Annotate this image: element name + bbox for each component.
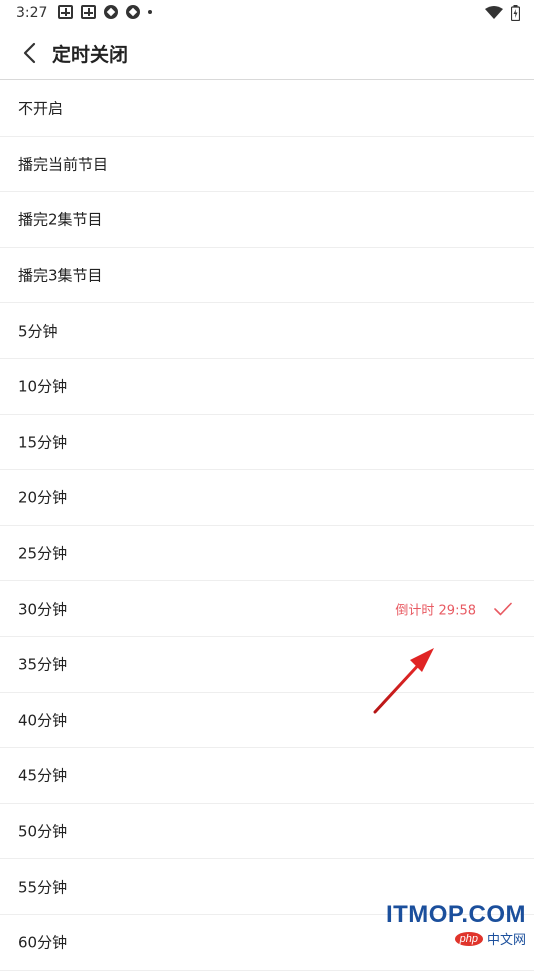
notification-app-icon — [126, 5, 140, 19]
option-row-selected[interactable]: 30分钟 倒计时 29:58 — [0, 581, 534, 637]
back-button[interactable] — [14, 38, 44, 68]
notification-icons — [58, 5, 152, 19]
watermark-badge: php — [454, 931, 483, 946]
option-row[interactable]: 15分钟 — [0, 415, 534, 471]
option-row[interactable]: 5分钟 — [0, 303, 534, 359]
status-time: 3:27 — [16, 5, 48, 21]
watermark-main-text: ITMOP.COM — [385, 901, 526, 928]
option-label: 35分钟 — [18, 655, 68, 674]
option-row[interactable]: 10分钟 — [0, 359, 534, 415]
option-row[interactable]: 35分钟 — [0, 637, 534, 693]
site-watermark: ITMOP.COM php 中文网 — [386, 901, 526, 948]
option-row[interactable]: 播完当前节目 — [0, 137, 534, 193]
option-label: 播完3集节目 — [18, 266, 103, 285]
more-notifications-dot-icon — [148, 10, 152, 14]
option-row[interactable]: 不开启 — [0, 81, 534, 137]
option-label: 播完2集节目 — [18, 210, 103, 229]
notification-app-icon — [81, 5, 96, 19]
app-header: 定时关闭 — [0, 26, 534, 80]
countdown-text: 倒计时 29:58 — [395, 603, 476, 619]
timer-options-list: 不开启 播完当前节目 播完2集节目 播完3集节目 5分钟 10分钟 15分钟 2… — [0, 81, 534, 971]
option-label: 15分钟 — [18, 433, 68, 452]
wifi-icon — [485, 6, 503, 19]
option-label: 5分钟 — [18, 322, 58, 341]
page-title: 定时关闭 — [52, 44, 129, 66]
notification-app-icon — [58, 5, 73, 19]
option-label: 30分钟 — [18, 600, 68, 619]
checkmark-icon — [494, 602, 512, 615]
option-label: 不开启 — [18, 99, 64, 118]
option-label: 40分钟 — [18, 711, 68, 730]
battery-icon — [511, 5, 520, 21]
option-label: 45分钟 — [18, 766, 68, 785]
option-label: 55分钟 — [18, 878, 68, 897]
option-row[interactable]: 40分钟 — [0, 693, 534, 749]
option-row[interactable]: 45分钟 — [0, 748, 534, 804]
option-row[interactable]: 播完2集节目 — [0, 192, 534, 248]
status-bar: 3:27 — [0, 0, 534, 26]
option-row[interactable]: 20分钟 — [0, 470, 534, 526]
notification-app-icon — [104, 5, 118, 19]
option-label: 20分钟 — [18, 488, 68, 507]
watermark-sub-text: 中文网 — [486, 932, 526, 947]
chevron-left-icon — [23, 42, 36, 64]
option-row[interactable]: 播完3集节目 — [0, 248, 534, 304]
option-label: 10分钟 — [18, 377, 68, 396]
option-label: 50分钟 — [18, 822, 68, 841]
option-row[interactable]: 50分钟 — [0, 804, 534, 860]
option-row[interactable]: 25分钟 — [0, 526, 534, 582]
option-label: 播完当前节目 — [18, 155, 109, 174]
system-icons — [485, 5, 520, 21]
option-label: 25分钟 — [18, 544, 68, 563]
